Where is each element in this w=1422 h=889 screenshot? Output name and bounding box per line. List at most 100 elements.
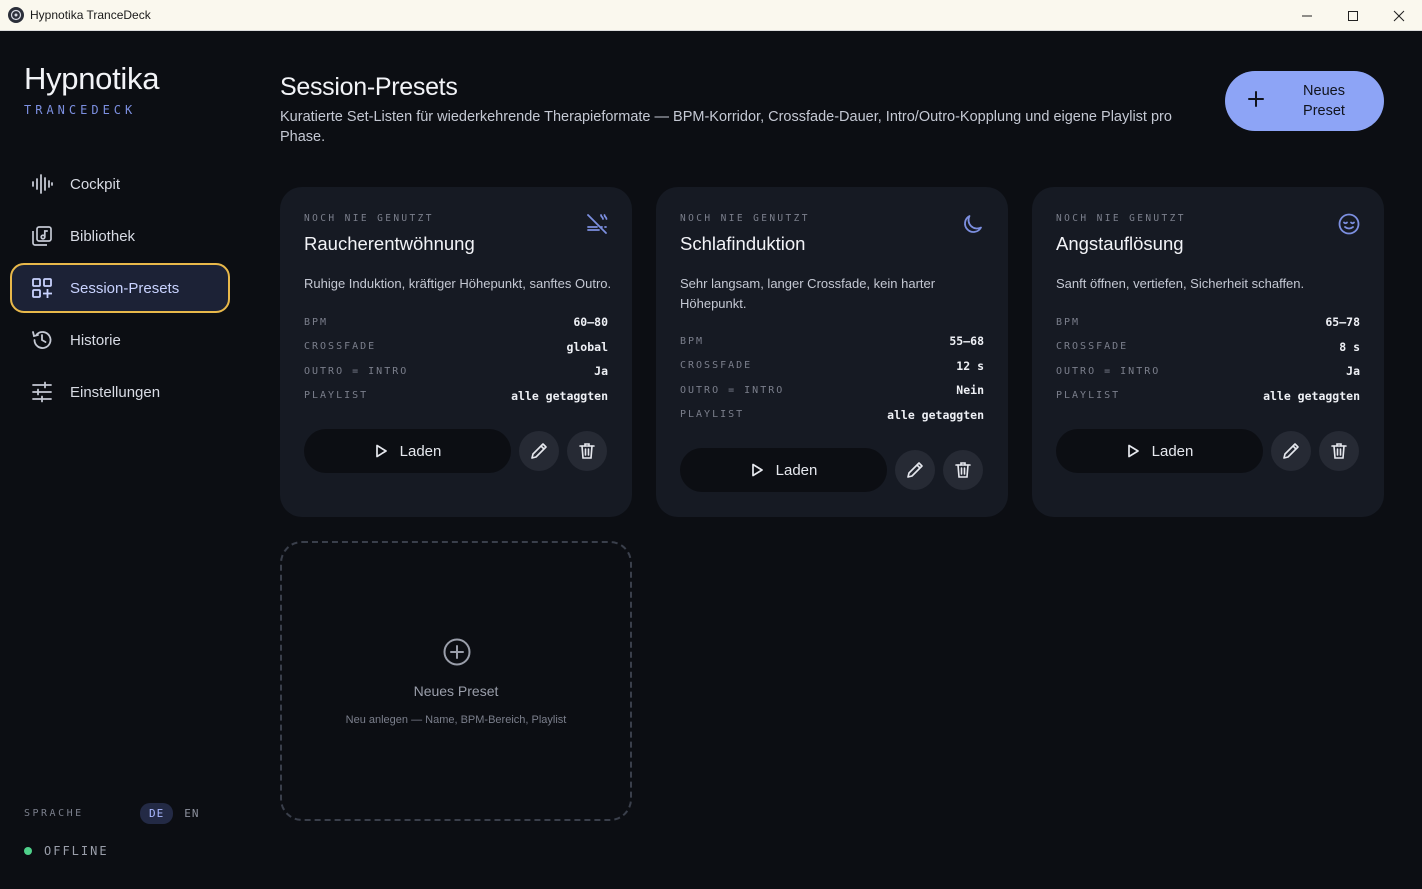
preset-title: Angstauflösung: [1056, 233, 1184, 254]
preset-actions: Laden: [1056, 429, 1359, 473]
load-label: Laden: [775, 461, 818, 479]
preset-stats: BPM 60–80 CROSSFADE global OUTRO = INTRO Ja…: [304, 310, 608, 408]
preset-description: Sehr langsam, langer Crossfade, kein har…: [680, 276, 936, 311]
sidebar-item-bibliothek[interactable]: Bibliothek: [10, 211, 230, 261]
pencil-icon: [1283, 443, 1299, 459]
maximize-icon: [1348, 10, 1358, 21]
stat-key: PLAYLIST: [304, 390, 369, 402]
stat-key: CROSSFADE: [680, 360, 753, 372]
maximize-button[interactable]: [1330, 0, 1376, 31]
stat-key: BPM: [680, 335, 705, 347]
load-label: Laden: [399, 442, 442, 460]
preset-card-schlafinduktion: NOCH NIE GENUTZT Schlafinduktion Sehr la…: [656, 187, 1008, 517]
play-icon: [375, 444, 387, 458]
sidebar-nav: Cockpit Bibliothek Session-Presets Histo…: [10, 159, 230, 419]
load-button[interactable]: Laden: [680, 448, 887, 492]
minimize-button[interactable]: [1284, 0, 1330, 31]
sidebar-item-historie[interactable]: Historie: [10, 315, 230, 365]
close-icon: [1393, 10, 1405, 21]
window-title: Hypnotika TranceDeck: [30, 8, 151, 22]
status-dot-icon: [24, 847, 32, 855]
stat-row-crossfade: CROSSFADE 12 s: [680, 354, 984, 379]
stat-row-playlist: PLAYLIST alle getaggten: [680, 403, 984, 428]
window-controls: [1284, 0, 1422, 31]
stat-value: 65–78: [1325, 315, 1360, 330]
library-icon: [30, 224, 54, 248]
trash-icon: [579, 443, 595, 459]
trash-icon: [955, 462, 971, 478]
stat-value: Nein: [956, 383, 984, 398]
connection-status: OFFLINE: [24, 844, 109, 858]
minimize-icon: [1302, 15, 1312, 16]
stat-key: OUTRO = INTRO: [1056, 365, 1161, 377]
page-description: Kuratierte Set-Listen für wiederkehrende…: [280, 109, 1172, 145]
sidebar-item-label: Einstellungen: [70, 383, 161, 401]
delete-button[interactable]: [567, 431, 607, 471]
stat-key: OUTRO = INTRO: [304, 365, 409, 377]
stat-row-bpm: BPM 55–68: [680, 329, 984, 354]
preset-meta: NOCH NIE GENUTZT: [1056, 213, 1186, 224]
sidebar-item-cockpit[interactable]: Cockpit: [10, 159, 230, 209]
close-button[interactable]: [1376, 0, 1422, 31]
stat-key: CROSSFADE: [1056, 341, 1129, 353]
grid-add-icon: [30, 276, 54, 300]
preset-actions: Laden: [304, 429, 607, 473]
edit-button[interactable]: [519, 431, 559, 471]
sidebar-item-label: Bibliothek: [70, 227, 136, 245]
load-label: Laden: [1151, 442, 1194, 460]
preset-stats: BPM 65–78 CROSSFADE 8 s OUTRO = INTRO Ja PL…: [1056, 310, 1360, 408]
stat-value: Ja: [1346, 364, 1360, 379]
brand: Hypnotika TRANCEDECK: [24, 61, 159, 117]
plus-circle-icon: [442, 637, 472, 667]
stat-row-outro-intro: OUTRO = INTRO Nein: [680, 378, 984, 403]
preset-title: Schlafinduktion: [680, 233, 806, 254]
stat-row-outro-intro: OUTRO = INTRO Ja: [1056, 359, 1360, 384]
edit-button[interactable]: [895, 450, 935, 490]
history-icon: [30, 328, 54, 352]
stat-key: OUTRO = INTRO: [680, 384, 785, 396]
stat-row-bpm: BPM 65–78: [1056, 310, 1360, 335]
load-button[interactable]: Laden: [1056, 429, 1263, 473]
edit-button[interactable]: [1271, 431, 1311, 471]
add-preset-description: Neu anlegen — Name, BPM-Bereich, Playlis…: [345, 714, 567, 726]
stat-key: BPM: [1056, 316, 1081, 328]
play-icon: [751, 463, 763, 477]
delete-button[interactable]: [1319, 431, 1359, 471]
moon-icon: [960, 211, 986, 237]
page-title: Session-Presets: [280, 73, 458, 101]
window-titlebar: Hypnotika TranceDeck: [0, 0, 1422, 31]
pencil-icon: [907, 462, 923, 478]
language-switcher: SPRACHE DE EN: [24, 803, 211, 824]
stat-row-crossfade: CROSSFADE global: [304, 335, 608, 360]
trash-icon: [1331, 443, 1347, 459]
preset-description: Sanft öffnen, vertiefen, Sicherheit scha…: [1056, 276, 1305, 291]
load-button[interactable]: Laden: [304, 429, 511, 473]
sidebar-item-label: Historie: [70, 331, 121, 349]
language-de-button[interactable]: DE: [140, 803, 174, 824]
stat-key: PLAYLIST: [1056, 390, 1121, 402]
stat-row-crossfade: CROSSFADE 8 s: [1056, 335, 1360, 360]
stat-value: alle getaggten: [1263, 388, 1360, 403]
add-preset-title: Neues Preset: [413, 683, 499, 699]
sidebar-item-einstellungen[interactable]: Einstellungen: [10, 367, 230, 417]
new-preset-button[interactable]: Neues Preset: [1225, 71, 1384, 131]
add-preset-card[interactable]: Neues Preset Neu anlegen — Name, BPM-Ber…: [280, 541, 632, 821]
language-en-button[interactable]: EN: [175, 803, 208, 824]
stat-value: alle getaggten: [511, 388, 608, 403]
sidebar-item-session-presets[interactable]: Session-Presets: [10, 263, 230, 313]
stat-row-playlist: PLAYLIST alle getaggten: [304, 384, 608, 409]
preset-card-raucherentwoehnung: NOCH NIE GENUTZT Raucherentwöhnung Ruhig…: [280, 187, 632, 517]
sidebar-item-label: Cockpit: [70, 175, 121, 193]
stat-value: 60–80: [573, 315, 608, 330]
preset-description: Ruhige Induktion, kräftiger Höhepunkt, s…: [304, 276, 612, 291]
stat-row-bpm: BPM 60–80: [304, 310, 608, 335]
pencil-icon: [531, 443, 547, 459]
no-smoking-icon: [584, 211, 610, 237]
preset-meta: NOCH NIE GENUTZT: [680, 213, 810, 224]
plus-icon: [1247, 89, 1267, 113]
brand-subtitle: TRANCEDECK: [24, 103, 137, 117]
status-text: OFFLINE: [44, 844, 109, 858]
stat-row-playlist: PLAYLIST alle getaggten: [1056, 384, 1360, 409]
stat-key: PLAYLIST: [680, 409, 745, 421]
delete-button[interactable]: [943, 450, 983, 490]
